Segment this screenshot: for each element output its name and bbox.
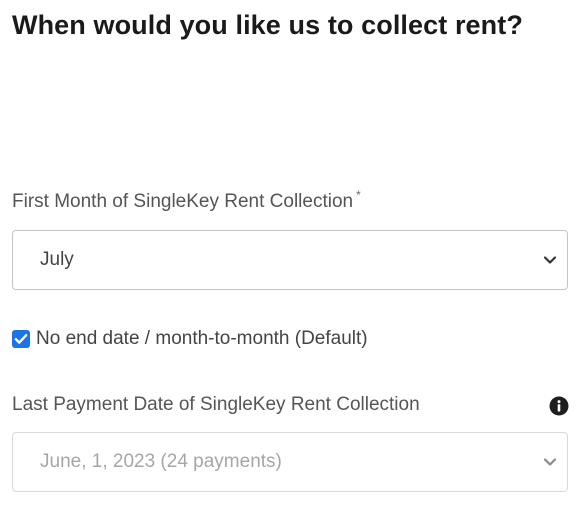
info-icon[interactable]	[549, 396, 569, 416]
first-month-select[interactable]: July	[12, 230, 568, 290]
required-marker: *	[356, 188, 361, 202]
page-title: When would you like us to collect rent?	[12, 10, 523, 40]
no-end-date-checkbox[interactable]	[12, 330, 30, 348]
no-end-date-row[interactable]: No end date / month-to-month (Default)	[12, 327, 368, 351]
no-end-date-label: No end date / month-to-month (Default)	[36, 328, 368, 349]
first-month-selected-value: July	[40, 249, 74, 270]
chevron-down-icon	[543, 256, 557, 264]
first-month-label-text: First Month of SingleKey Rent Collection	[12, 191, 354, 212]
last-payment-selected-value: June, 1, 2023 (24 payments)	[40, 451, 282, 472]
last-payment-label: Last Payment Date of SingleKey Rent Coll…	[12, 394, 420, 415]
checkmark-icon	[14, 334, 28, 344]
chevron-down-icon	[543, 458, 557, 466]
last-payment-select[interactable]: June, 1, 2023 (24 payments)	[12, 432, 568, 492]
first-month-label: First Month of SingleKey Rent Collection…	[12, 188, 361, 213]
